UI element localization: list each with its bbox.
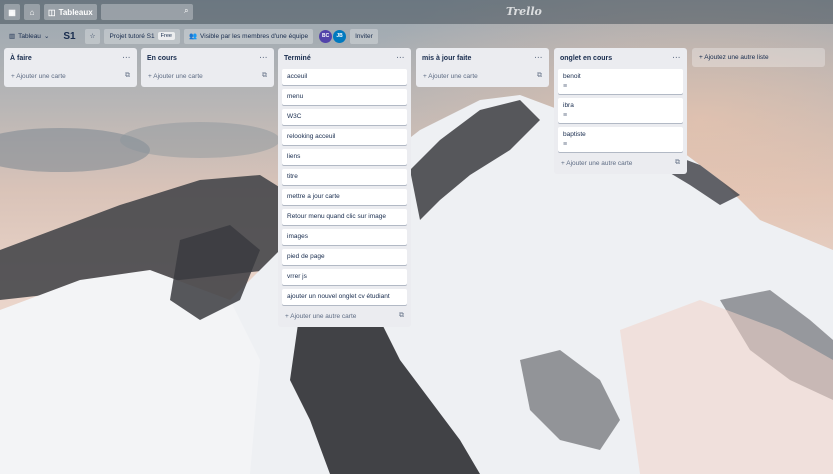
boards-label: Tableaux bbox=[58, 7, 93, 17]
add-card-label: + Ajouter une carte bbox=[423, 72, 478, 80]
avatar[interactable]: BC bbox=[319, 29, 333, 43]
card-template-icon[interactable]: ⧉ bbox=[399, 312, 404, 320]
card[interactable]: titre bbox=[282, 169, 407, 185]
top-navigation-bar: ▦ ⌂ ◫ Tableaux ⌕ Trello bbox=[0, 0, 833, 24]
list-menu-icon[interactable]: ··· bbox=[123, 55, 132, 62]
card-template-icon[interactable]: ⧉ bbox=[675, 159, 680, 167]
add-card-label: + Ajouter une carte bbox=[11, 72, 66, 80]
add-card-button[interactable]: + Ajouter une carte ⧉ bbox=[8, 69, 133, 83]
card-template-icon[interactable]: ⧉ bbox=[537, 72, 542, 80]
boards-button[interactable]: ◫ Tableaux bbox=[44, 4, 97, 20]
list-header[interactable]: Terminé ··· bbox=[282, 51, 407, 65]
card[interactable]: pied de page bbox=[282, 249, 407, 265]
star-icon: ☆ bbox=[89, 33, 96, 40]
card[interactable]: baptiste ≡ bbox=[558, 127, 683, 152]
add-card-button[interactable]: + Ajouter une carte ⧉ bbox=[145, 69, 270, 83]
search-input[interactable]: ⌕ bbox=[100, 4, 193, 20]
avatar[interactable]: JB bbox=[333, 29, 347, 43]
list-menu-icon[interactable]: ··· bbox=[535, 55, 544, 62]
free-badge: Free bbox=[157, 32, 175, 40]
list-title[interactable]: mis à jour faite bbox=[422, 55, 471, 62]
trello-logo[interactable]: Trello bbox=[506, 5, 542, 18]
card[interactable]: W3C bbox=[282, 109, 407, 125]
board-view-switcher[interactable]: ▥ Tableau ⌄ bbox=[4, 29, 54, 44]
visibility-button[interactable]: 👥 Visible par les membres d'une équipe bbox=[183, 28, 314, 44]
list-header[interactable]: À faire ··· bbox=[8, 51, 133, 65]
card[interactable]: relooking acceuil bbox=[282, 129, 407, 145]
add-list-button[interactable]: + Ajoutez une autre liste bbox=[692, 48, 825, 67]
description-icon: ≡ bbox=[563, 141, 568, 148]
list-header[interactable]: onglet en cours ··· bbox=[558, 51, 683, 65]
board-header: ▥ Tableau ⌄ S1 ☆ Projet tutoré S1 Free 👥… bbox=[0, 27, 833, 45]
card-template-icon[interactable]: ⧉ bbox=[262, 72, 267, 80]
home-button[interactable]: ⌂ bbox=[24, 4, 40, 20]
list-termine[interactable]: Terminé ··· acceuil menu W3C relooking a… bbox=[278, 48, 411, 327]
card[interactable]: images bbox=[282, 229, 407, 245]
apps-icon: ▦ bbox=[8, 7, 16, 17]
list-menu-icon[interactable]: ··· bbox=[673, 55, 682, 62]
card[interactable]: mettre a jour carte bbox=[282, 189, 407, 205]
card[interactable]: ajouter un nouvel onglet cv étudiant bbox=[282, 289, 407, 305]
add-card-label: + Ajouter une carte bbox=[148, 72, 203, 80]
card[interactable]: acceuil bbox=[282, 69, 407, 85]
board-title[interactable]: S1 bbox=[58, 29, 80, 44]
card[interactable]: benoit ≡ bbox=[558, 69, 683, 94]
visibility-label: Visible par les membres d'une équipe bbox=[200, 32, 309, 40]
card-template-icon[interactable]: ⧉ bbox=[125, 72, 130, 80]
card-title: ibra bbox=[563, 102, 574, 109]
list-en-cours[interactable]: En cours ··· + Ajouter une carte ⧉ bbox=[141, 48, 274, 87]
list-menu-icon[interactable]: ··· bbox=[260, 55, 269, 62]
board-members: BC JB bbox=[319, 29, 347, 43]
team-button[interactable]: Projet tutoré S1 Free bbox=[104, 28, 180, 44]
board-view-label: Tableau bbox=[18, 32, 41, 40]
card[interactable]: Retour menu quand clic sur image bbox=[282, 209, 407, 225]
add-card-button[interactable]: + Ajouter une carte ⧉ bbox=[420, 69, 545, 83]
add-card-button[interactable]: + Ajouter une autre carte ⧉ bbox=[558, 156, 683, 170]
search-icon: ⌕ bbox=[184, 6, 189, 15]
team-label: Projet tutoré S1 bbox=[109, 32, 155, 40]
list-title[interactable]: À faire bbox=[10, 55, 32, 62]
description-icon: ≡ bbox=[563, 112, 568, 119]
team-visibility-icon: 👥 bbox=[188, 33, 198, 40]
apps-button[interactable]: ▦ bbox=[4, 4, 20, 20]
card-title: baptiste bbox=[563, 131, 586, 138]
list-mis-a-jour-faite[interactable]: mis à jour faite ··· + Ajouter une carte… bbox=[416, 48, 549, 87]
home-icon: ⌂ bbox=[29, 7, 35, 17]
list-header[interactable]: En cours ··· bbox=[145, 51, 270, 65]
list-onglet-en-cours[interactable]: onglet en cours ··· benoit ≡ ibra ≡ bapt… bbox=[554, 48, 687, 174]
list-title[interactable]: onglet en cours bbox=[560, 55, 612, 62]
list-title[interactable]: Terminé bbox=[284, 55, 311, 62]
description-icon: ≡ bbox=[563, 83, 568, 90]
list-header[interactable]: mis à jour faite ··· bbox=[420, 51, 545, 65]
card[interactable]: liens bbox=[282, 149, 407, 165]
chevron-down-icon: ⌄ bbox=[43, 33, 50, 40]
add-card-label: + Ajouter une autre carte bbox=[561, 159, 633, 167]
card[interactable]: menu bbox=[282, 89, 407, 105]
add-card-label: + Ajouter une autre carte bbox=[285, 312, 357, 320]
card-title: benoit bbox=[563, 73, 581, 80]
list-menu-icon[interactable]: ··· bbox=[397, 55, 406, 62]
list-title[interactable]: En cours bbox=[147, 55, 177, 62]
board-view-icon: ▥ bbox=[9, 33, 16, 40]
card[interactable]: vrrer js bbox=[282, 269, 407, 285]
card[interactable]: ibra ≡ bbox=[558, 98, 683, 123]
star-board-button[interactable]: ☆ bbox=[84, 28, 101, 44]
list-a-faire[interactable]: À faire ··· + Ajouter une carte ⧉ bbox=[4, 48, 137, 87]
add-card-button[interactable]: + Ajouter une autre carte ⧉ bbox=[282, 309, 407, 323]
invite-button[interactable]: Inviter bbox=[350, 28, 378, 44]
boards-icon: ◫ bbox=[48, 7, 56, 17]
